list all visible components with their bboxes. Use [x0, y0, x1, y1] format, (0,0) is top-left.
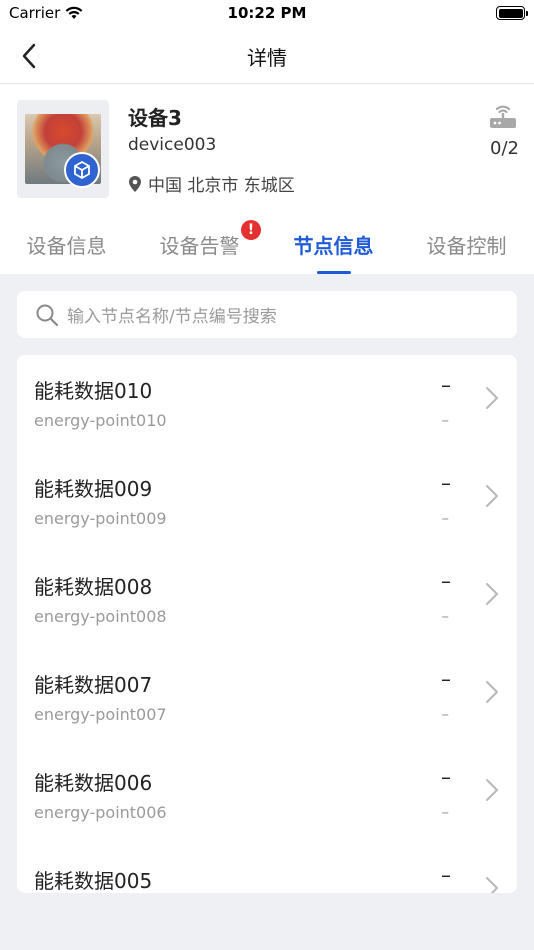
location-label: 中国 北京市 东城区: [148, 176, 295, 196]
navigation-bar: 详情: [0, 28, 534, 84]
node-value: –: [441, 471, 451, 495]
chevron-right-icon: [486, 387, 498, 409]
device-location: 中国 北京市 东城区: [128, 171, 295, 196]
node-name: 能耗数据007: [34, 673, 153, 697]
node-name: 能耗数据008: [34, 575, 153, 599]
chevron-right-icon: [486, 583, 498, 605]
node-code: energy-point009: [34, 509, 167, 528]
node-code: energy-point010: [34, 411, 167, 430]
node-value: –: [441, 667, 451, 691]
search-input[interactable]: 输入节点名称/节点编号搜索: [17, 291, 517, 338]
status-bar: Carrier 10:22 PM: [0, 0, 534, 28]
battery-icon: [496, 6, 528, 20]
node-list: 能耗数据010 energy-point010 – – 能耗数据009 ener…: [17, 355, 517, 893]
list-item[interactable]: 能耗数据008 energy-point008 – –: [17, 551, 517, 649]
search-icon: [36, 304, 59, 326]
chevron-right-icon: [486, 681, 498, 703]
search-placeholder: 输入节点名称/节点编号搜索: [67, 307, 277, 327]
node-name: 能耗数据005: [34, 869, 153, 893]
chevron-right-icon: [486, 877, 498, 893]
location-pin-icon: [129, 175, 141, 192]
device-type-badge: [64, 152, 100, 188]
tab-device-control[interactable]: 设备控制: [400, 230, 533, 259]
device-code: device003: [128, 135, 217, 155]
node-code: energy-point007: [34, 705, 167, 724]
list-item[interactable]: 能耗数据005 –: [17, 845, 517, 893]
list-item[interactable]: 能耗数据007 energy-point007 – –: [17, 649, 517, 747]
clock: 10:22 PM: [227, 4, 307, 22]
node-name: 能耗数据010: [34, 379, 153, 403]
page-title: 详情: [247, 46, 287, 70]
node-value: –: [441, 373, 451, 397]
chevron-right-icon: [486, 485, 498, 507]
node-value: –: [441, 765, 451, 789]
chevron-right-icon: [486, 779, 498, 801]
node-count: 0/2: [490, 138, 519, 159]
node-unit: –: [441, 705, 450, 723]
node-unit: –: [441, 607, 450, 625]
list-item[interactable]: 能耗数据010 energy-point010 – –: [17, 355, 517, 453]
device-thumbnail: [17, 100, 109, 198]
node-unit: –: [441, 803, 450, 821]
active-tab-indicator: [317, 271, 351, 274]
alarm-badge: !: [241, 220, 261, 240]
node-unit: –: [441, 509, 450, 527]
tab-device-info[interactable]: 设备信息: [0, 230, 133, 259]
list-item[interactable]: 能耗数据009 energy-point009 – –: [17, 453, 517, 551]
cube-icon: [74, 160, 90, 180]
gateway-icon: [490, 105, 516, 128]
tab-bar: 设备信息 设备告警 ! 节点信息 设备控制: [0, 220, 534, 274]
node-value: –: [441, 863, 451, 887]
node-value: –: [441, 569, 451, 593]
list-item[interactable]: 能耗数据006 energy-point006 – –: [17, 747, 517, 845]
node-name: 能耗数据009: [34, 477, 153, 501]
node-unit: –: [441, 411, 450, 429]
tab-node-info[interactable]: 节点信息: [267, 230, 400, 259]
node-code: energy-point006: [34, 803, 167, 822]
device-name: 设备3: [128, 106, 182, 130]
node-code: energy-point008: [34, 607, 167, 626]
node-name: 能耗数据006: [34, 771, 153, 795]
